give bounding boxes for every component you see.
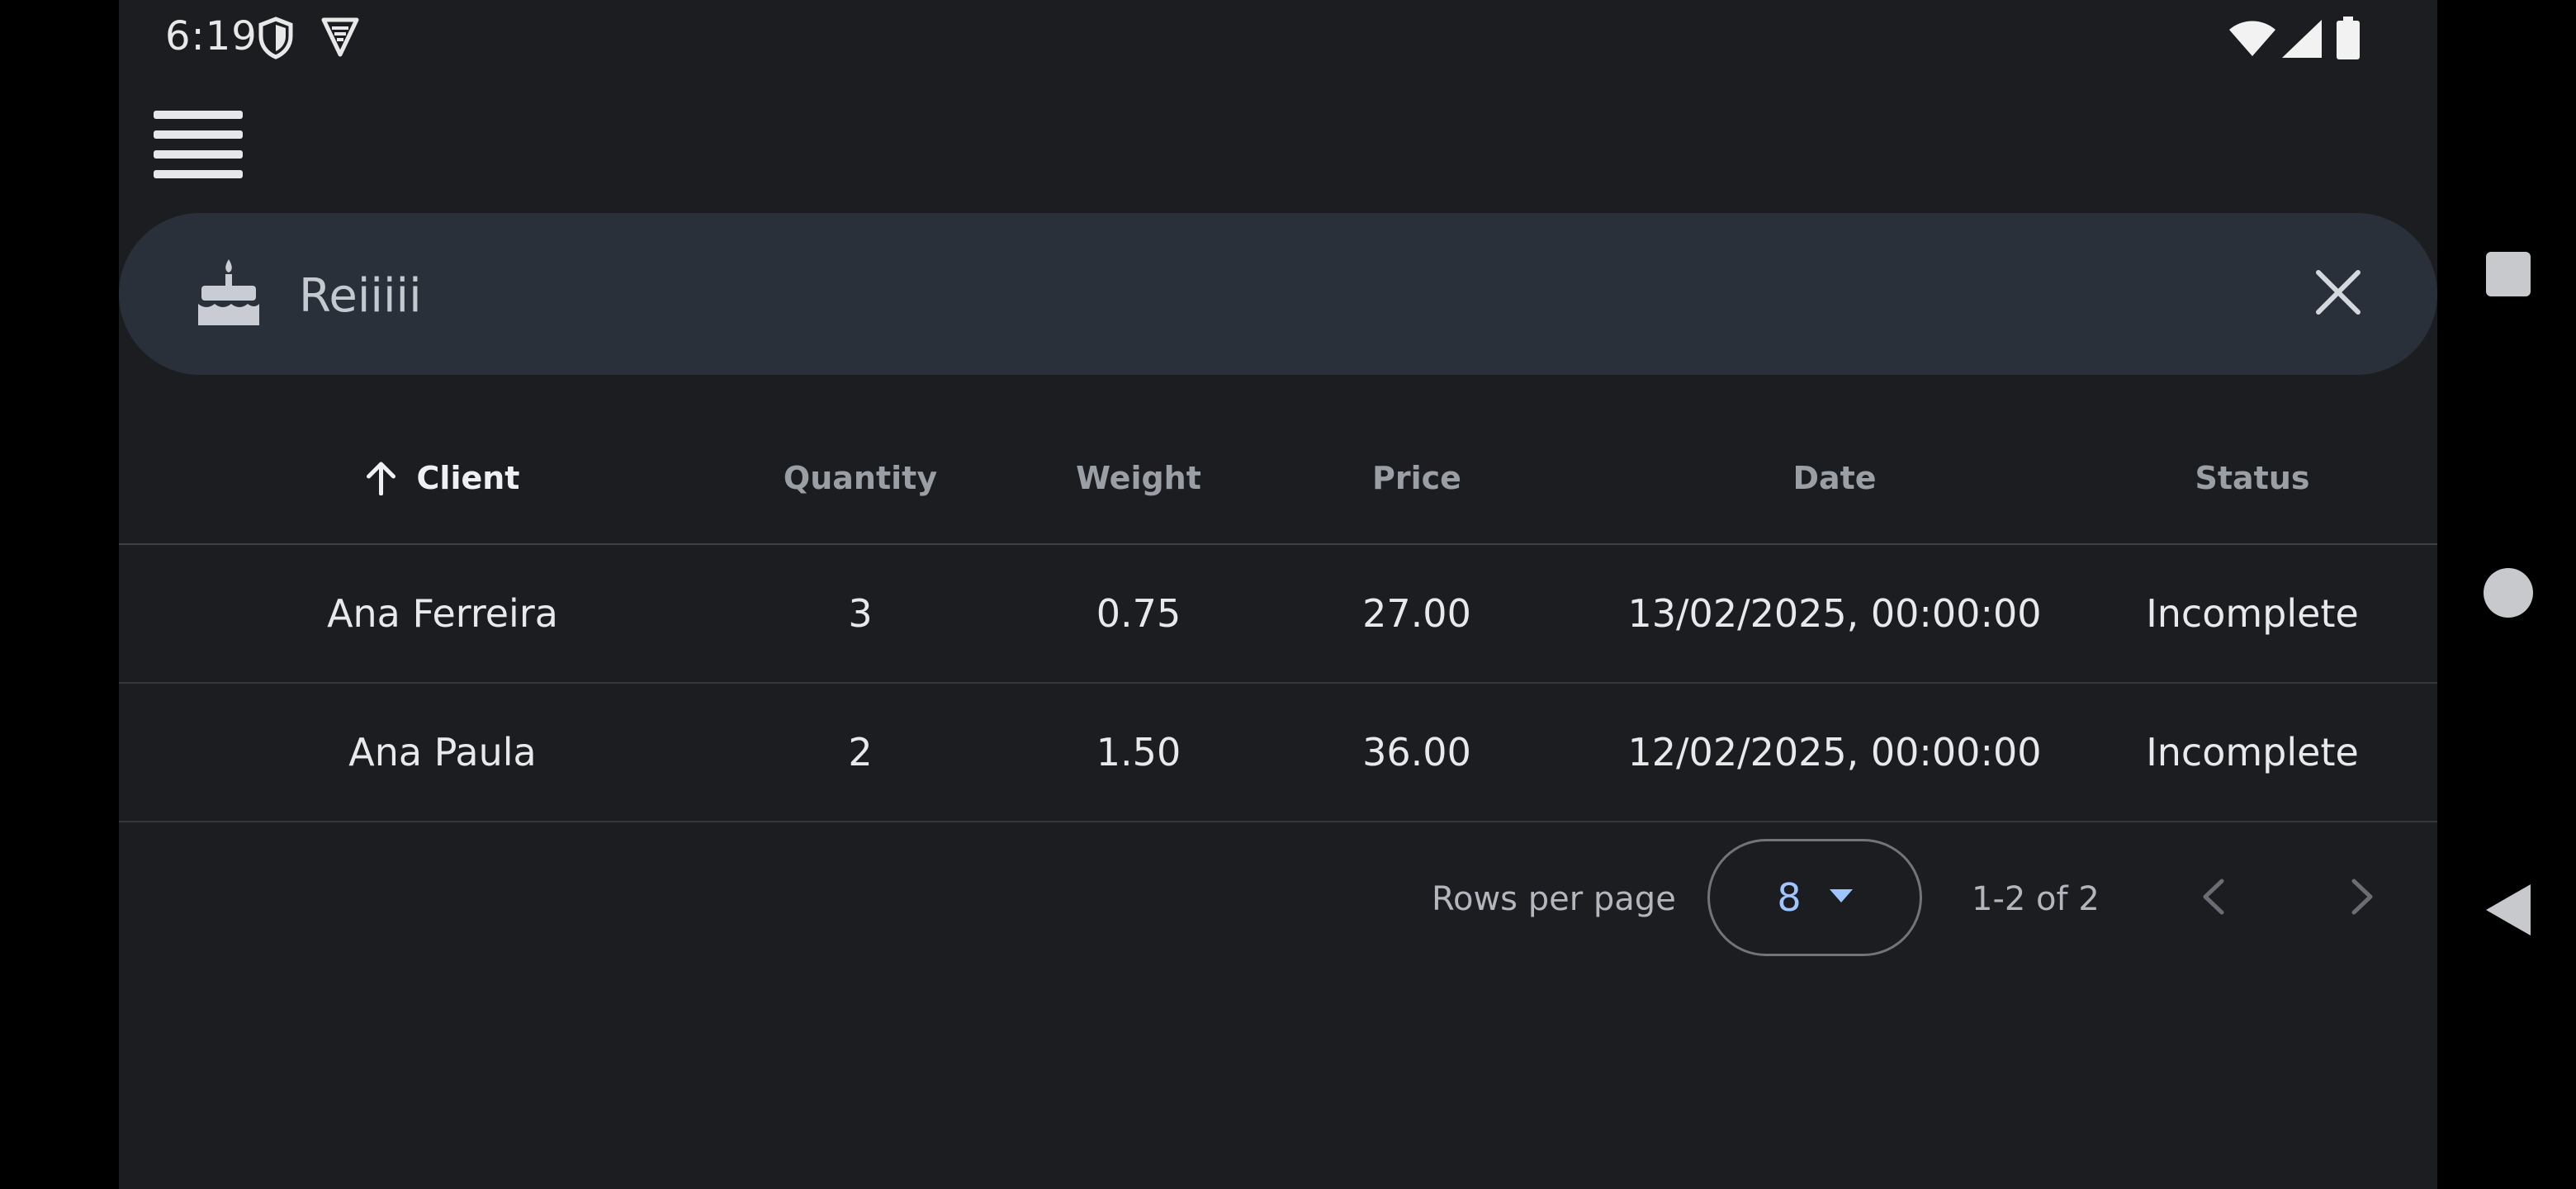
wifi-icon bbox=[2229, 20, 2275, 61]
back-button[interactable] bbox=[2482, 884, 2535, 939]
rows-per-page-value: 8 bbox=[1777, 875, 1802, 920]
column-header-price[interactable]: Price bbox=[1372, 413, 1461, 543]
cell-quantity: 2 bbox=[848, 730, 873, 775]
dropdown-arrow-icon bbox=[1829, 889, 1853, 906]
menu-button[interactable] bbox=[150, 106, 246, 188]
pagination: Rows per page 8 1-2 of 2 bbox=[119, 839, 2437, 963]
close-icon bbox=[2315, 269, 2361, 319]
cell-quantity: 3 bbox=[848, 591, 873, 636]
page-range-text: 1-2 of 2 bbox=[1972, 880, 2100, 918]
column-header-quantity[interactable]: Quantity bbox=[784, 413, 937, 543]
cell-weight: 1.50 bbox=[1096, 730, 1181, 775]
back-triangle-icon bbox=[2486, 884, 2531, 939]
recents-square-icon bbox=[2486, 252, 2531, 300]
table-row[interactable]: Ana Ferreira 3 0.75 27.00 13/02/2025, 00… bbox=[119, 545, 2437, 684]
column-header-date[interactable]: Date bbox=[1792, 413, 1876, 543]
recents-button[interactable] bbox=[2482, 249, 2535, 302]
search-bar[interactable]: Reiiiii bbox=[119, 213, 2437, 375]
column-header-client[interactable]: Client bbox=[366, 413, 520, 543]
chevron-right-icon bbox=[2351, 878, 2375, 919]
search-input[interactable]: Reiiiii bbox=[299, 269, 422, 323]
column-header-weight[interactable]: Weight bbox=[1076, 413, 1201, 543]
cell-client: Ana Ferreira bbox=[327, 591, 558, 636]
cell-weight: 0.75 bbox=[1096, 591, 1181, 636]
battery-icon bbox=[2337, 17, 2360, 63]
table-header-row: Client Quantity Weight Price Date Status bbox=[119, 413, 2437, 545]
previous-page-button[interactable] bbox=[2181, 867, 2244, 930]
cell-client: Ana Paula bbox=[348, 730, 537, 775]
next-page-button[interactable] bbox=[2332, 867, 2394, 930]
home-button[interactable] bbox=[2482, 568, 2535, 621]
cake-icon bbox=[195, 258, 263, 330]
rows-per-page-select[interactable]: 8 bbox=[1707, 839, 1922, 956]
column-header-label: Client bbox=[416, 460, 520, 496]
signal-icon bbox=[2282, 20, 2322, 61]
cell-price: 36.00 bbox=[1362, 730, 1471, 775]
cell-status: Incomplete bbox=[2146, 591, 2359, 636]
vpn-badge-icon bbox=[320, 17, 360, 61]
cell-price: 27.00 bbox=[1362, 591, 1471, 636]
clear-search-button[interactable] bbox=[2299, 254, 2378, 334]
cell-status: Incomplete bbox=[2146, 730, 2359, 775]
chevron-left-icon bbox=[2200, 878, 2225, 919]
rows-per-page-label: Rows per page bbox=[1432, 880, 1676, 918]
status-bar: 6:19 bbox=[119, 0, 2437, 83]
status-time: 6:19 bbox=[165, 13, 258, 59]
cell-date: 12/02/2025, 00:00:00 bbox=[1627, 730, 2042, 775]
cell-date: 13/02/2025, 00:00:00 bbox=[1627, 591, 2042, 636]
system-nav-bar bbox=[2437, 0, 2576, 1189]
sort-ascending-icon bbox=[366, 461, 397, 495]
table-row[interactable]: Ana Paula 2 1.50 36.00 12/02/2025, 00:00… bbox=[119, 684, 2437, 822]
orders-table: Client Quantity Weight Price Date Status… bbox=[119, 413, 2437, 822]
app-window: 6:19 Reiiiii Client Quantity Weight Pric… bbox=[119, 0, 2437, 1189]
column-header-status[interactable]: Status bbox=[2195, 413, 2309, 543]
home-circle-icon bbox=[2484, 568, 2533, 621]
shield-icon bbox=[258, 17, 294, 63]
menu-icon bbox=[154, 111, 243, 183]
